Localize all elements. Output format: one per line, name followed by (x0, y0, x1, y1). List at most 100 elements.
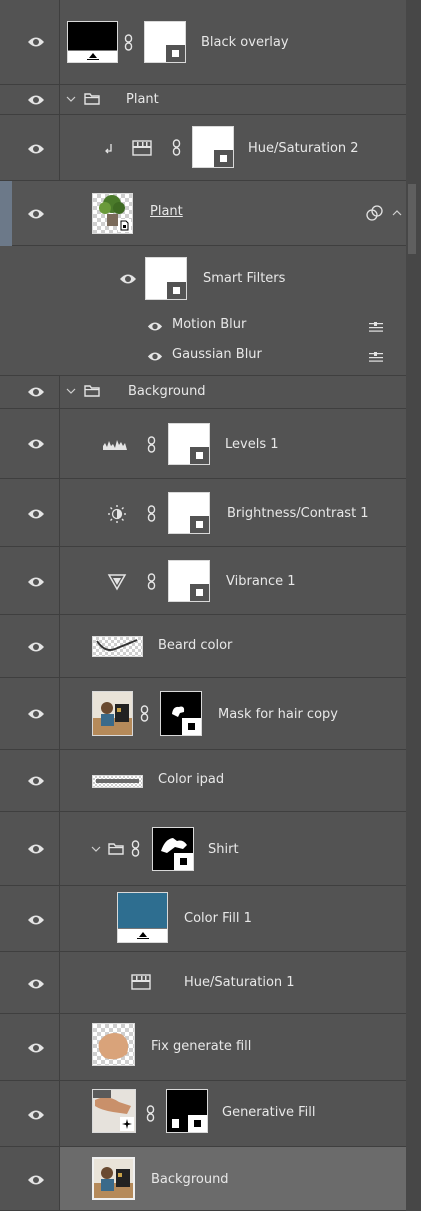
layer-row-beard-color[interactable]: Beard color (0, 615, 406, 678)
layer-thumbnail[interactable] (92, 1157, 135, 1200)
chevron-down-icon[interactable] (91, 846, 101, 853)
eye-icon[interactable] (27, 978, 45, 990)
chain-link-icon[interactable] (147, 436, 156, 453)
eye-icon[interactable] (147, 351, 163, 362)
layer-name[interactable]: Beard color (158, 638, 232, 653)
layer-mask-thumbnail[interactable] (152, 827, 194, 871)
eye-icon[interactable] (147, 321, 163, 332)
layer-row-plant[interactable]: Plant (0, 181, 406, 246)
hue-saturation-icon (131, 974, 151, 990)
layer-mask-thumbnail[interactable] (166, 1089, 208, 1133)
layer-name[interactable]: Brightness/Contrast 1 (227, 506, 369, 521)
layer-row-color-ipad[interactable]: Color ipad (0, 750, 406, 812)
layer-row-brightness-contrast-1[interactable]: Brightness/Contrast 1 (0, 479, 406, 547)
layer-row-levels-1[interactable]: Levels 1 (0, 409, 406, 479)
filter-blend-options-icon[interactable] (366, 205, 384, 221)
layer-name[interactable]: Generative Fill (222, 1105, 316, 1120)
chain-link-icon[interactable] (146, 1105, 155, 1122)
eye-icon[interactable] (27, 208, 45, 220)
layer-row-mask-for-hair-copy[interactable]: Mask for hair copy (0, 678, 406, 750)
eye-icon[interactable] (27, 36, 45, 48)
fill-layer-thumbnail[interactable] (117, 892, 168, 943)
layer-mask-thumbnail[interactable] (168, 560, 210, 602)
eye-icon[interactable] (27, 576, 45, 588)
layer-name[interactable]: Color ipad (158, 772, 224, 787)
eye-icon[interactable] (27, 1109, 45, 1121)
filter-name[interactable]: Gaussian Blur (172, 347, 262, 362)
eye-icon[interactable] (27, 94, 45, 106)
scrollbar-track[interactable] (406, 0, 421, 1211)
layer-row-shirt-group[interactable]: Shirt (0, 812, 406, 886)
layer-name[interactable]: Fix generate fill (151, 1039, 251, 1054)
layer-row-fix-generate-fill[interactable]: Fix generate fill (0, 1014, 406, 1081)
chain-link-icon[interactable] (131, 840, 140, 857)
layer-mask-thumbnail[interactable] (144, 21, 186, 63)
layer-row-vibrance-1[interactable]: Vibrance 1 (0, 547, 406, 615)
chain-link-icon[interactable] (124, 34, 133, 51)
layer-thumbnail[interactable] (92, 1023, 135, 1066)
smart-object-thumbnail[interactable] (92, 193, 133, 234)
chain-link-icon[interactable] (140, 705, 149, 722)
layer-row-hue-saturation-1[interactable]: Hue/Saturation 1 (0, 952, 406, 1014)
layer-thumbnail[interactable] (92, 775, 143, 788)
layer-row-color-fill-1[interactable]: Color Fill 1 (0, 886, 406, 952)
layer-name[interactable]: Background (151, 1172, 229, 1187)
layer-name[interactable]: Black overlay (201, 35, 289, 50)
smart-filter-mask-thumbnail[interactable] (145, 257, 187, 300)
chain-link-icon[interactable] (172, 139, 181, 156)
chevron-down-icon[interactable] (66, 388, 76, 395)
eye-icon[interactable] (27, 914, 45, 926)
layer-mask-thumbnail[interactable] (160, 691, 202, 736)
chevron-down-icon[interactable] (66, 96, 76, 103)
layer-name[interactable]: Plant (150, 204, 183, 219)
layer-thumbnail[interactable] (92, 1089, 136, 1133)
filter-blend-options-icon[interactable] (368, 322, 384, 332)
layer-name[interactable]: Color Fill 1 (184, 911, 252, 926)
layer-mask-thumbnail[interactable] (168, 423, 210, 465)
fill-layer-thumbnail[interactable] (67, 21, 118, 63)
chevron-up-icon[interactable] (392, 209, 402, 216)
layer-thumbnail[interactable] (92, 691, 133, 736)
layer-name[interactable]: Mask for hair copy (218, 707, 338, 722)
eye-icon[interactable] (27, 386, 45, 398)
layer-name[interactable]: Shirt (208, 842, 239, 857)
chain-link-icon[interactable] (147, 505, 156, 522)
filter-row-motion-blur[interactable]: Motion Blur (0, 310, 406, 341)
photo-image (93, 702, 132, 735)
layer-thumbnail[interactable] (92, 636, 143, 657)
layer-name[interactable]: Hue/Saturation 1 (184, 975, 295, 990)
layer-name[interactable]: Hue/Saturation 2 (248, 141, 359, 156)
layer-name[interactable]: Smart Filters (203, 271, 285, 286)
selection-indicator (0, 181, 12, 246)
layer-row-hue-saturation-2[interactable]: Hue/Saturation 2 (0, 115, 406, 181)
layers-panel: Black overlay Plant Hue/Saturation 2 Pla… (0, 0, 421, 1211)
eye-icon[interactable] (27, 775, 45, 787)
layer-row-background[interactable]: Background (0, 1147, 406, 1211)
filter-blend-options-icon[interactable] (368, 352, 384, 362)
eye-icon[interactable] (27, 843, 45, 855)
filter-name[interactable]: Motion Blur (172, 317, 246, 332)
layer-name[interactable]: Levels 1 (225, 437, 279, 452)
filter-row-gaussian-blur[interactable]: Gaussian Blur (0, 341, 406, 376)
eye-icon[interactable] (27, 143, 45, 155)
smart-filters-row[interactable]: Smart Filters (0, 246, 406, 310)
layer-name[interactable]: Vibrance 1 (226, 574, 296, 589)
layer-row-background-group[interactable]: Background (0, 376, 406, 409)
layer-name[interactable]: Plant (126, 92, 159, 107)
scrollbar-thumb[interactable] (408, 184, 416, 254)
eye-icon[interactable] (27, 708, 45, 720)
eye-icon[interactable] (27, 438, 45, 450)
eye-icon[interactable] (27, 1042, 45, 1054)
layer-row-plant-group[interactable]: Plant (0, 85, 406, 115)
layer-mask-thumbnail[interactable] (168, 492, 210, 534)
eye-icon[interactable] (27, 1174, 45, 1186)
eye-icon[interactable] (119, 273, 137, 285)
eye-icon[interactable] (27, 508, 45, 520)
layer-name[interactable]: Background (128, 384, 206, 399)
eye-icon[interactable] (27, 641, 45, 653)
chain-link-icon[interactable] (147, 573, 156, 590)
layer-row-black-overlay[interactable]: Black overlay (0, 0, 406, 85)
layer-row-generative-fill[interactable]: Generative Fill (0, 1081, 406, 1147)
layer-mask-thumbnail[interactable] (192, 126, 234, 168)
folder-icon (84, 385, 100, 397)
